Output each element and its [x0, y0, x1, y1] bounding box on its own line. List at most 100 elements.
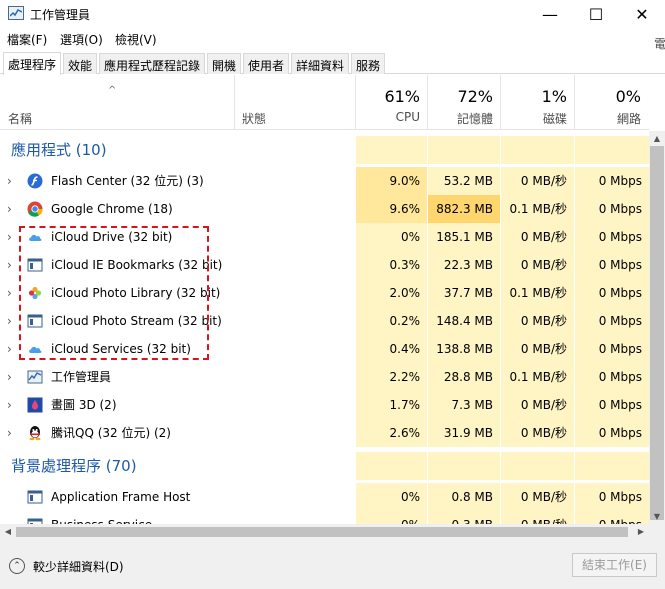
disk-value: 0.1 MB/秒 [501, 195, 574, 223]
tab-services[interactable]: 服務 [351, 53, 386, 74]
network-value: 0 Mbps [575, 363, 649, 391]
cpu-value: 0% [356, 511, 427, 524]
window-icon [27, 518, 43, 524]
network-value: 0 Mbps [575, 483, 649, 511]
disk-value: 0 MB/秒 [501, 251, 574, 279]
scroll-right-icon[interactable]: ▶ [633, 524, 649, 540]
icloud-icon [29, 234, 42, 241]
scroll-left-icon[interactable]: ◀ [0, 524, 16, 540]
expand-chevron-icon[interactable]: › [7, 391, 12, 419]
task-manager-icon [27, 370, 43, 384]
column-memory[interactable]: 72% 記憶體 [427, 75, 501, 130]
expand-chevron-icon[interactable]: › [7, 195, 12, 223]
vertical-scroll-thumb[interactable] [650, 146, 664, 520]
expand-chevron-icon[interactable]: › [7, 279, 12, 307]
table-row[interactable]: › 騰讯QQ (32 位元) (2) 2.6% 31.9 MB 0 MB/秒 0… [0, 419, 649, 447]
disk-label: 磁碟 [542, 112, 567, 126]
tab-processes[interactable]: 處理程序 [3, 52, 62, 75]
cpu-value: 9.6% [356, 195, 427, 223]
tab-app-history[interactable]: 應用程式歷程記錄 [99, 53, 206, 74]
memory-total: 72% [457, 87, 493, 106]
expand-chevron-icon[interactable]: › [7, 419, 12, 447]
table-row[interactable]: › 工作管理員 2.2% 28.8 MB 0.1 MB/秒 0 Mbps [0, 363, 649, 391]
cpu-value: 0% [356, 483, 427, 511]
scroll-up-icon[interactable]: ▲ [649, 131, 665, 146]
process-name: Application Frame Host [51, 490, 191, 504]
tab-performance[interactable]: 效能 [63, 53, 98, 74]
table-row[interactable]: › iCloud Photo Library (32 bit) 2.0% 37.… [0, 279, 649, 307]
table-row[interactable]: › iCloud IE Bookmarks (32 bit) 0.3% 22.3… [0, 251, 649, 279]
cpu-value: 0.2% [356, 307, 427, 335]
cpu-value: 0.3% [356, 251, 427, 279]
end-task-button[interactable]: 結束工作(E) [572, 553, 657, 577]
horizontal-scroll-thumb[interactable] [16, 527, 628, 537]
network-value: 0 Mbps [575, 307, 649, 335]
tab-users[interactable]: 使用者 [243, 53, 290, 74]
tab-startup[interactable]: 開機 [207, 53, 242, 74]
memory-value: 7.3 MB [428, 391, 500, 419]
table-row[interactable]: › Google Chrome (18) 9.6% 882.3 MB 0.1 M… [0, 195, 649, 223]
cpu-value: 2.0% [356, 279, 427, 307]
table-row[interactable]: Business Service 0% 0.3 MB 0 MB/秒 0 Mbps [0, 511, 649, 524]
scroll-down-icon[interactable]: ▼ [649, 510, 665, 524]
memory-value: 0.3 MB [428, 511, 500, 524]
cpu-label: CPU [395, 110, 420, 124]
memory-value: 0.8 MB [428, 483, 500, 511]
memory-value: 882.3 MB [428, 195, 500, 223]
minimize-button[interactable]: — [527, 0, 573, 28]
network-total: 0% [615, 87, 641, 106]
paint3d-icon [27, 397, 43, 413]
expand-chevron-icon[interactable]: › [7, 251, 12, 279]
memory-value: 37.7 MB [428, 279, 500, 307]
column-network[interactable]: 0% 網路 [574, 75, 649, 130]
memory-label: 記憶體 [456, 112, 493, 126]
flash-icon [27, 173, 43, 189]
process-name: 工作管理員 [51, 370, 112, 384]
column-disk[interactable]: 1% 磁碟 [500, 75, 575, 130]
table-row[interactable]: › iCloud Services (32 bit) 0.4% 138.8 MB… [0, 335, 649, 363]
memory-value: 31.9 MB [428, 419, 500, 447]
chevron-up-icon[interactable]: ⌃ [9, 558, 25, 574]
menu-options[interactable]: 選項(O) [60, 31, 103, 48]
network-value: 0 Mbps [575, 167, 649, 195]
column-name[interactable]: 名稱 [8, 110, 32, 127]
group-header-background[interactable]: 背景處理程序 (70) [0, 452, 649, 480]
column-header: ^ 名稱 狀態 61% CPU 72% 記憶體 1% 磁碟 0% 網路 [0, 75, 649, 130]
qq-icon [29, 426, 41, 441]
expand-chevron-icon[interactable]: › [7, 167, 12, 195]
menu-file[interactable]: 檔案(F) [7, 31, 47, 48]
table-row[interactable]: › 畫圖 3D (2) 1.7% 7.3 MB 0 MB/秒 0 Mbps [0, 391, 649, 419]
network-value: 0 Mbps [575, 251, 649, 279]
group-header-apps[interactable]: 應用程式 (10) [0, 136, 649, 164]
process-name: 畫圖 3D (2) [51, 398, 117, 412]
memory-value: 22.3 MB [428, 251, 500, 279]
menu-bar: 檔案(F) 選項(O) 檢視(V) [0, 29, 665, 49]
menu-view[interactable]: 檢視(V) [115, 31, 157, 48]
maximize-button[interactable]: ☐ [573, 0, 619, 28]
column-status[interactable]: 狀態 [242, 110, 266, 127]
window-icon [27, 314, 43, 328]
photos-icon [28, 286, 42, 300]
table-row[interactable]: › iCloud Drive (32 bit) 0% 185.1 MB 0 MB… [0, 223, 649, 251]
expand-chevron-icon[interactable]: › [7, 335, 12, 363]
group-title-background: 背景處理程序 (70) [11, 457, 137, 475]
table-row[interactable]: › iCloud Photo Stream (32 bit) 0.2% 148.… [0, 307, 649, 335]
expand-chevron-icon[interactable]: › [7, 363, 12, 391]
disk-value: 0 MB/秒 [501, 167, 574, 195]
column-power-cut: 電 [654, 37, 665, 51]
sort-arrow-icon: ^ [108, 85, 117, 96]
expand-chevron-icon[interactable]: › [7, 307, 12, 335]
process-name: iCloud Photo Stream (32 bit) [51, 314, 222, 328]
fewer-details-button[interactable]: 較少詳細資料(D) [33, 558, 124, 575]
process-name: Business Service [51, 511, 152, 524]
table-row[interactable]: Application Frame Host 0% 0.8 MB 0 MB/秒 … [0, 483, 649, 511]
memory-value: 53.2 MB [428, 167, 500, 195]
process-name: iCloud IE Bookmarks (32 bit) [51, 258, 223, 272]
tab-details[interactable]: 詳細資料 [291, 53, 350, 74]
close-button[interactable]: ✕ [619, 0, 665, 28]
disk-value: 0 MB/秒 [501, 391, 574, 419]
expand-chevron-icon[interactable]: › [7, 223, 12, 251]
table-row[interactable]: › Flash Center (32 位元) (3) 9.0% 53.2 MB … [0, 167, 649, 195]
disk-value: 0 MB/秒 [501, 511, 574, 524]
column-cpu[interactable]: 61% CPU [355, 75, 428, 130]
